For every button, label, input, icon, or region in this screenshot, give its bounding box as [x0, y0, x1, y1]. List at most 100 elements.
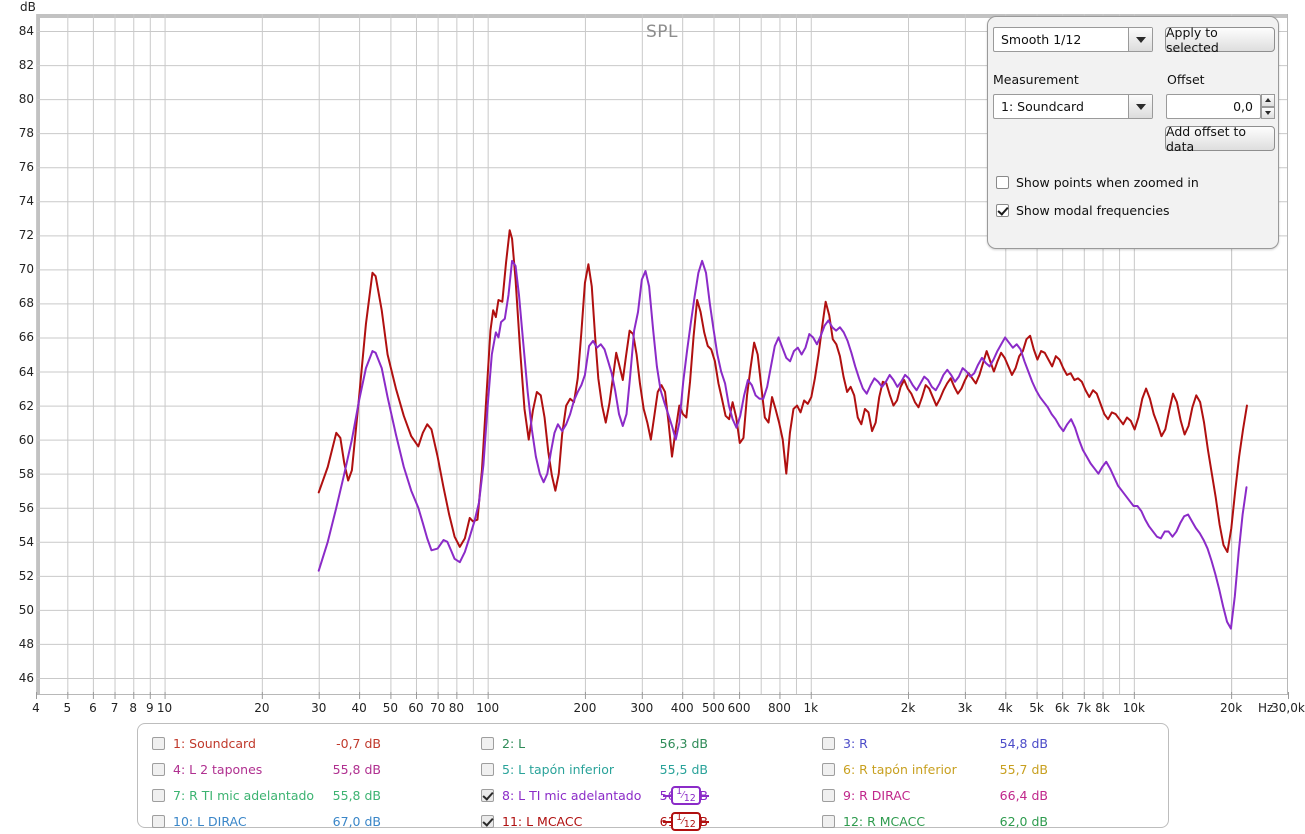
x-axis-tick: 8: [129, 701, 138, 715]
x-axis-tick: 40: [351, 701, 367, 715]
y-axis-tick: 46: [18, 670, 34, 685]
x-axis-tick: 20: [254, 701, 270, 715]
x-axis-tick: 6: [89, 701, 97, 715]
legend-item[interactable]: 11: L MCACC: [481, 808, 582, 834]
show-modal-label: Show modal frequencies: [1016, 203, 1170, 218]
legend-item-value: 67,0 dB: [332, 814, 381, 829]
legend-item-label: 12: R MCACC: [843, 813, 926, 829]
x-axis-tick: 500: [702, 701, 725, 715]
x-axis-tick: 10k: [1122, 701, 1145, 715]
smoothing-select[interactable]: Smooth 1/12: [993, 27, 1153, 52]
x-axis-tick: 4: [32, 701, 40, 715]
legend-item[interactable]: 1: Soundcard: [152, 730, 256, 756]
y-axis-tick: 60: [18, 432, 34, 447]
y-axis-tick: 56: [18, 500, 34, 515]
x-axis-tick: 300: [630, 701, 654, 715]
y-axis-tick: 50: [18, 602, 34, 617]
show-points-when-zoomed-checkbox[interactable]: Show points when zoomed in: [996, 175, 1199, 190]
legend-item-value: 66,4 dB: [999, 788, 1048, 803]
legend-item[interactable]: 2: L: [481, 730, 525, 756]
checkbox-box[interactable]: [996, 176, 1009, 189]
y-axis-tick: 64: [18, 364, 34, 379]
legend-visibility-checkbox[interactable]: [822, 814, 835, 828]
measurement-label: Measurement: [993, 72, 1079, 87]
x-axis: 4 5 6 7 8 9 10 20 30 40 50 60 70 80 100 200 300 400 500 600…: [0, 692, 1305, 721]
legend-visibility-checkbox[interactable]: [152, 788, 165, 802]
apply-to-selected-button[interactable]: Apply to selected: [1165, 25, 1275, 55]
legend-visibility-checkbox[interactable]: [152, 814, 165, 828]
legend-item[interactable]: 3: R: [822, 730, 868, 756]
x-axis-tick: 200: [573, 701, 597, 715]
series-line: [317, 229, 1248, 553]
legend-item-value: 54,8 dB: [999, 736, 1048, 751]
x-axis-tick: 30: [311, 701, 327, 715]
offset-increment-button[interactable]: [1261, 94, 1275, 107]
x-axis-tick: 100: [476, 701, 500, 715]
legend-visibility-checkbox[interactable]: [481, 736, 494, 750]
legend-item[interactable]: 10: L DIRAC: [152, 808, 247, 834]
x-axis-tick: 50: [382, 701, 399, 715]
legend-visibility-checkbox[interactable]: [481, 762, 494, 776]
chevron-down-icon[interactable]: [1128, 95, 1152, 118]
add-offset-to-data-button[interactable]: Add offset to data: [1165, 124, 1275, 154]
x-axis-tick: 400: [670, 701, 694, 715]
legend-visibility-checkbox[interactable]: [152, 736, 165, 750]
legend-item-label: 4: L 2 tapones: [173, 761, 263, 777]
smoothing-badge[interactable]: 1⁄12: [663, 812, 709, 831]
x-axis-tick: 8k: [1095, 701, 1110, 715]
offset-label: Offset: [1167, 72, 1205, 87]
measurement-select[interactable]: 1: Soundcard: [993, 94, 1153, 119]
legend-item-value: 55,8 dB: [332, 788, 381, 803]
legend-item-value: 55,5 dB: [659, 762, 708, 777]
offset-decrement-button[interactable]: [1261, 106, 1275, 119]
offset-stepper[interactable]: [1261, 94, 1275, 119]
checkbox-box[interactable]: [996, 204, 1009, 217]
smoothing-badge[interactable]: 1⁄12: [663, 786, 709, 805]
x-axis-tick: 1k: [803, 701, 819, 715]
y-axis-tick: 74: [18, 194, 34, 209]
x-axis-tick: 3k: [957, 701, 973, 715]
offset-input[interactable]: 0,0: [1166, 94, 1261, 119]
x-axis-tick: 7: [110, 701, 119, 715]
legend-visibility-checkbox[interactable]: [822, 788, 835, 802]
legend-item[interactable]: 4: L 2 tapones: [152, 756, 262, 782]
legend-item-label: 9: R DIRAC: [843, 787, 911, 803]
x-axis-unit-label: Hz: [1258, 701, 1274, 715]
legend-item-label: 10: L DIRAC: [173, 813, 247, 829]
x-axis-tick: 20k: [1219, 701, 1243, 715]
legend-item-value: 62,0 dB: [999, 814, 1048, 829]
y-axis-tick: 84: [18, 24, 34, 39]
legend-visibility-checkbox[interactable]: [481, 814, 494, 828]
y-axis-tick: 80: [18, 92, 34, 107]
x-axis-tick: 5: [63, 701, 72, 715]
legend-item[interactable]: 9: R DIRAC: [822, 782, 910, 808]
smoothing-select-value: Smooth 1/12: [1001, 32, 1082, 47]
x-axis-tick: 5k: [1029, 701, 1044, 715]
x-axis-tick: 7k: [1076, 701, 1092, 715]
legend-visibility-checkbox[interactable]: [152, 762, 165, 776]
show-modal-frequencies-checkbox[interactable]: Show modal frequencies: [996, 203, 1170, 218]
legend-item-value: 55,8 dB: [332, 762, 381, 777]
x-axis-tick: 6k: [1054, 701, 1070, 715]
y-axis-tick: 72: [18, 228, 34, 243]
x-axis-tick: 60: [408, 701, 424, 715]
x-axis-tick: 2k: [900, 701, 916, 715]
x-axis-tick: 30,0k: [1271, 701, 1305, 715]
y-axis-tick: 52: [18, 568, 34, 583]
legend-visibility-checkbox[interactable]: [481, 788, 494, 802]
x-axis-tick: 4k: [997, 701, 1013, 715]
x-axis-tick: 80: [448, 701, 464, 715]
y-axis-tick: 68: [18, 296, 34, 311]
y-axis-tick: 66: [18, 330, 34, 345]
show-points-label: Show points when zoomed in: [1016, 175, 1199, 190]
legend-item[interactable]: 12: R MCACC: [822, 808, 925, 834]
legend-visibility-checkbox[interactable]: [822, 736, 835, 750]
legend-visibility-checkbox[interactable]: [822, 762, 835, 776]
y-axis-tick: 62: [18, 398, 34, 413]
legend-item-label: 11: L MCACC: [502, 813, 583, 829]
y-axis-tick: 58: [18, 466, 34, 481]
y-axis-tick: 78: [18, 126, 34, 141]
chevron-down-icon[interactable]: [1128, 28, 1152, 51]
y-axis-tick: 48: [18, 636, 34, 651]
legend-item-value: 55,7 dB: [999, 762, 1048, 777]
